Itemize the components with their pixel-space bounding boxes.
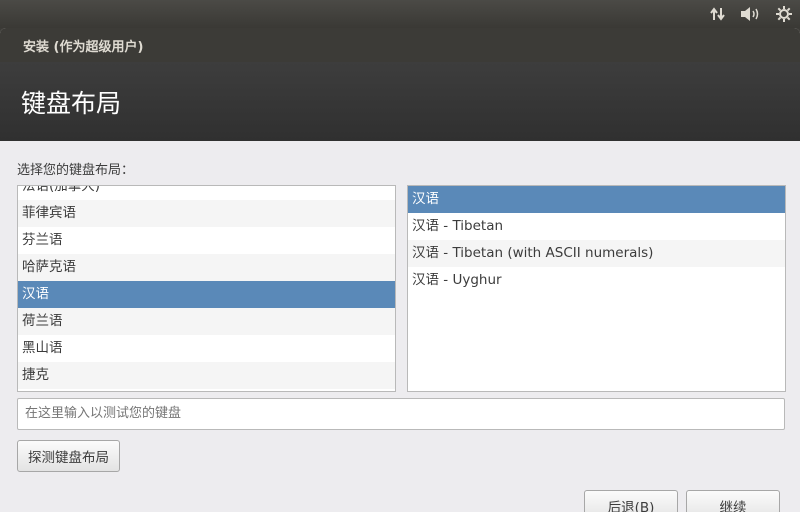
settings-gear-icon[interactable] bbox=[770, 0, 798, 28]
list-item-selected[interactable]: 汉语 bbox=[408, 186, 785, 213]
network-transfer-icon[interactable] bbox=[704, 0, 732, 28]
list-item-selected[interactable]: 汉语 bbox=[18, 281, 395, 308]
list-item[interactable]: 汉语 - Tibetan bbox=[408, 213, 785, 240]
list-item[interactable]: 汉语 - Tibetan (with ASCII numerals) bbox=[408, 240, 785, 267]
detect-layout-button[interactable]: 探测键盘布局 bbox=[17, 440, 120, 472]
page-title: 键盘布局 bbox=[0, 62, 800, 142]
layout-prompt-label: 选择您的键盘布局： bbox=[17, 163, 135, 178]
list-item[interactable]: 芬兰语 bbox=[18, 227, 395, 254]
list-item[interactable]: 捷克 bbox=[18, 362, 395, 389]
content-area: 选择您的键盘布局： 法语(加拿大) 菲律宾语 芬兰语 哈萨克语 汉语 荷兰语 黑… bbox=[0, 141, 800, 512]
top-panel bbox=[0, 0, 800, 28]
list-item[interactable]: 汉语 - Uyghur bbox=[408, 267, 785, 294]
keyboard-layout-list[interactable]: 法语(加拿大) 菲律宾语 芬兰语 哈萨克语 汉语 荷兰语 黑山语 捷克 bbox=[17, 185, 396, 392]
volume-icon[interactable] bbox=[736, 0, 766, 28]
back-button[interactable]: 后退(B) bbox=[584, 490, 678, 512]
list-item[interactable]: 荷兰语 bbox=[18, 308, 395, 335]
keyboard-test-input[interactable] bbox=[17, 398, 785, 430]
window-title: 安装 (作为超级用户) bbox=[0, 28, 800, 62]
installer-window: 安装 (作为超级用户) 键盘布局 选择您的键盘布局： 法语(加拿大) 菲律宾语 … bbox=[0, 28, 800, 512]
list-item[interactable]: 黑山语 bbox=[18, 335, 395, 362]
list-item[interactable]: 哈萨克语 bbox=[18, 254, 395, 281]
continue-button[interactable]: 继续 bbox=[686, 490, 780, 512]
keyboard-variant-list[interactable]: 汉语 汉语 - Tibetan 汉语 - Tibetan (with ASCII… bbox=[407, 185, 786, 392]
list-item[interactable]: 法语(加拿大) bbox=[18, 186, 395, 200]
list-item[interactable]: 菲律宾语 bbox=[18, 200, 395, 227]
